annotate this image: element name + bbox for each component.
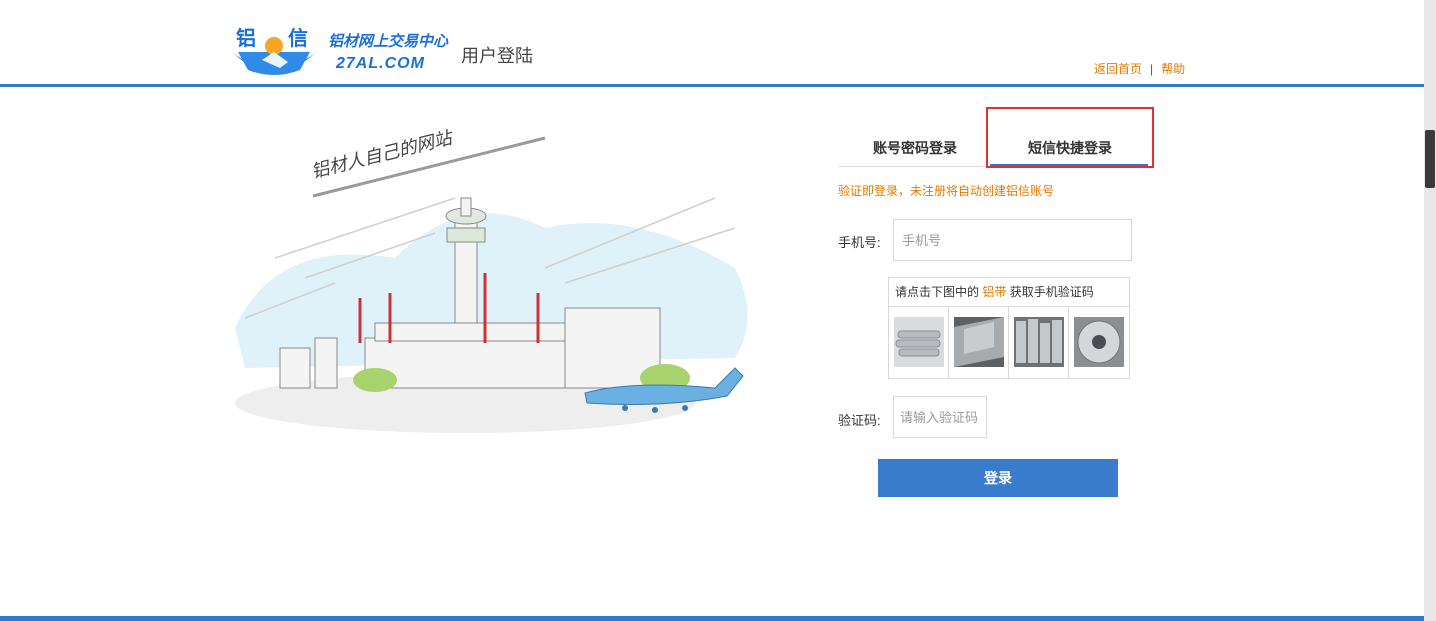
active-tab-indicator — [990, 164, 1148, 166]
logo-char-right: 信 — [288, 26, 308, 50]
captcha-option-coil[interactable] — [1069, 307, 1129, 378]
footer-line — [0, 616, 1424, 621]
vertical-scrollbar[interactable] — [1424, 0, 1436, 621]
captcha-prompt-before: 请点击下图中的 — [895, 285, 980, 299]
login-tabs: 账号密码登录 短信快捷登录 — [838, 118, 1148, 167]
site-logo[interactable]: 铝 信 铝材网上交易中心 27AL.COM — [230, 22, 450, 80]
captcha-option-sheet[interactable] — [949, 307, 1009, 378]
link-separator: | — [1150, 62, 1154, 76]
scrollbar-thumb[interactable] — [1425, 130, 1435, 188]
captcha-option-tubes[interactable] — [889, 307, 949, 378]
aluminum-tubes-image — [894, 317, 944, 367]
top-links: 返回首页 | 帮助 — [1094, 60, 1185, 77]
logo-domain: 27AL.COM — [336, 55, 425, 72]
phone-label: 手机号: — [838, 235, 881, 250]
aluminum-sheet-image — [954, 317, 1004, 367]
captcha-prompt-after: 获取手机验证码 — [1009, 285, 1094, 299]
captcha-option-ingots[interactable] — [1009, 307, 1069, 378]
help-link[interactable]: 帮助 — [1161, 62, 1185, 76]
airport-illustration: 铝材人自己的网站 — [235, 127, 748, 433]
logo-char-left: 铝 — [236, 26, 256, 50]
code-label: 验证码: — [838, 413, 881, 428]
captcha-keyword: 铝带 — [982, 285, 1007, 299]
tab-password-login[interactable]: 账号密码登录 — [873, 138, 957, 158]
aluminum-coil-image — [1074, 317, 1124, 367]
captcha-prompt: 请点击下图中的 铝带 获取手机验证码 — [889, 278, 1129, 307]
sms-notice: 验证即登录，未注册将自动创建铝信账号 — [838, 184, 1055, 198]
logo-subtitle: 铝材网上交易中心 — [328, 33, 449, 50]
page-title: 用户登陆 — [461, 46, 533, 66]
phone-input[interactable] — [893, 219, 1132, 261]
code-input[interactable] — [893, 396, 987, 438]
illustration-caption: 铝材人自己的网站 — [309, 127, 457, 183]
image-captcha: 请点击下图中的 铝带 获取手机验证码 — [888, 277, 1130, 379]
aluminum-ingots-image — [1014, 317, 1064, 367]
header: 铝 信 铝材网上交易中心 27AL.COM 用户登陆 返回首页 | 帮助 — [0, 0, 1424, 87]
tab-sms-login[interactable]: 短信快捷登录 — [1028, 138, 1112, 158]
home-link[interactable]: 返回首页 — [1094, 62, 1142, 76]
login-button[interactable]: 登录 — [878, 459, 1118, 497]
